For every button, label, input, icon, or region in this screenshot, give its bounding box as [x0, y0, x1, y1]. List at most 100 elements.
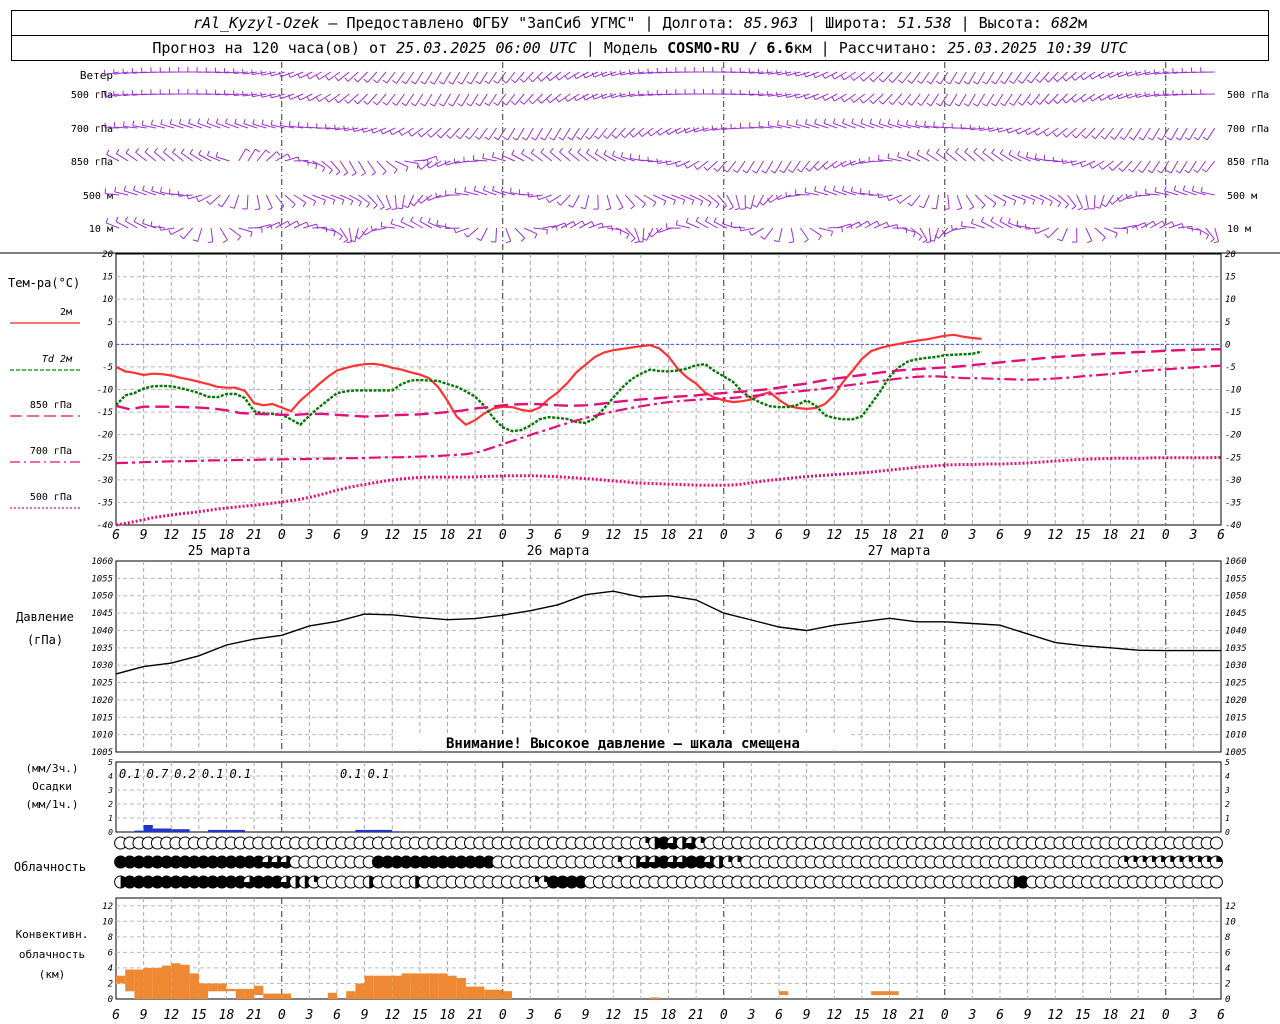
- wind-barb-feather-icon: [788, 169, 793, 173]
- wind-barb-feather-icon: [519, 100, 525, 105]
- wind-barb-icon: [505, 227, 512, 242]
- hour-tick-label: 9: [1024, 1008, 1032, 1023]
- pressure-y-tick: 1025: [91, 679, 113, 689]
- wind-barb-feather-icon: [559, 147, 564, 153]
- wind-barb-feather-icon: [252, 119, 255, 125]
- legend-label: 2м: [60, 307, 72, 318]
- wind-barb-feather-icon: [393, 169, 398, 174]
- wind-barb-icon: [1036, 127, 1050, 136]
- wind-barb-feather-icon: [888, 100, 893, 105]
- conv-bar: [235, 988, 245, 999]
- hour-tick-label: 12: [163, 528, 179, 543]
- wind-barb-feather-icon: [1166, 137, 1172, 141]
- wind-barb-feather-icon: [1129, 136, 1134, 141]
- wind-barb-feather-icon: [296, 220, 300, 226]
- wind-barb-feather-icon: [876, 220, 880, 226]
- wind-barb-feather-icon: [392, 80, 397, 84]
- conv-bar: [327, 992, 337, 999]
- temp-y-tick: -35: [97, 498, 113, 508]
- wind-barb-feather-icon: [343, 125, 346, 131]
- wind-barb-feather-icon: [869, 99, 874, 104]
- temp-y-tick: 10: [102, 295, 113, 305]
- wind-barb-feather-icon: [814, 118, 817, 124]
- wind-barb-feather-icon: [964, 147, 969, 153]
- wind-barb-icon: [144, 151, 157, 162]
- wind-barb-feather-icon: [335, 171, 341, 176]
- wind-barb-feather-icon: [555, 97, 560, 103]
- conv-title-1: Конвективн.: [16, 928, 89, 941]
- wind-barb-feather-icon: [656, 130, 660, 136]
- wind-barb-feather-icon: [917, 80, 922, 84]
- wind-barb-feather-icon: [537, 99, 542, 104]
- wind-barb-feather-icon: [1173, 185, 1177, 191]
- wind-barb-feather-icon: [1182, 185, 1186, 191]
- hour-tick-label: 6: [775, 1008, 783, 1023]
- wind-barb-feather-icon: [250, 231, 253, 237]
- wind-barb-feather-icon: [135, 148, 140, 153]
- conv-bar: [650, 997, 660, 999]
- wind-barb-icon: [1102, 160, 1114, 170]
- wind-barb-feather-icon: [493, 102, 498, 106]
- cloudiness-panel: Облачность: [14, 836, 1223, 889]
- wind-barb-feather-icon: [1193, 169, 1198, 173]
- precip-bar: [364, 829, 374, 832]
- wind-barb-feather-icon: [1070, 160, 1073, 166]
- conv-bar: [401, 973, 411, 999]
- wind-barb-feather-icon: [878, 118, 882, 124]
- wind-barb-feather-icon: [591, 221, 595, 227]
- wind-barb-feather-icon: [1044, 233, 1049, 239]
- wind-barb-feather-icon: [638, 90, 640, 96]
- wind-barb-feather-icon: [389, 130, 393, 135]
- wind-barb-feather-icon: [822, 165, 827, 170]
- wind-barb-feather-icon: [457, 103, 463, 107]
- temp-y-tick: -5: [102, 363, 113, 373]
- wind-barb-feather-icon: [446, 134, 451, 139]
- wind-barb-feather-icon: [1210, 238, 1215, 243]
- wind-barb-feather-icon: [122, 68, 124, 74]
- wind-barb-feather-icon: [1035, 78, 1041, 83]
- hour-tick-label: 0: [499, 1008, 507, 1023]
- pressure-y-tick-right: 1030: [1225, 661, 1247, 671]
- wind-barb-feather-icon: [728, 206, 734, 211]
- wind-barb-feather-icon: [106, 149, 110, 155]
- wind-barb-icon: [634, 227, 640, 242]
- conv-y-tick-right: 4: [1225, 964, 1230, 974]
- hour-tick-label: 15: [854, 528, 870, 543]
- wind-barb-feather-icon: [822, 95, 826, 101]
- wind-barb-icon: [642, 227, 645, 243]
- wind-barb-icon: [584, 194, 590, 209]
- wind-barb-feather-icon: [896, 224, 899, 230]
- wind-barb-feather-icon: [392, 102, 397, 106]
- hour-tick-label: 15: [191, 1008, 207, 1023]
- hour-tick-label: 6: [333, 1008, 341, 1023]
- wind-barb-feather-icon: [454, 188, 457, 194]
- wind-barb-feather-icon: [493, 80, 498, 84]
- wind-barb-feather-icon: [1008, 149, 1012, 155]
- hour-tick-label: 21: [1130, 1008, 1146, 1023]
- pressure-y-tick: 1020: [91, 696, 113, 706]
- conv-bar: [171, 963, 181, 999]
- hour-tick-label: 0: [720, 528, 728, 543]
- wind-barb-icon: [1214, 227, 1220, 242]
- hour-tick-label: 15: [633, 1008, 649, 1023]
- wind-barb-feather-icon: [142, 218, 145, 224]
- wind-barb-feather-icon: [603, 149, 607, 155]
- temp-y-tick: -40: [97, 521, 113, 531]
- conv-bar: [281, 993, 291, 999]
- hour-tick-label: 9: [361, 1008, 369, 1023]
- wind-barb-feather-icon: [638, 68, 640, 74]
- conv-bar: [484, 989, 494, 999]
- wind-barb-feather-icon: [195, 197, 200, 203]
- wind-barb-feather-icon: [352, 126, 355, 132]
- precip-y-tick-right: 3: [1224, 786, 1230, 795]
- hour-tick-label: 6: [996, 528, 1004, 543]
- wind-barb-icon: [519, 194, 534, 196]
- precip-y-tick: 1: [108, 814, 113, 823]
- wind-barb-feather-icon: [1062, 133, 1067, 138]
- precip-y-tick-right: 2: [1225, 800, 1230, 809]
- wind-level-label-right: 700 гПа: [1227, 124, 1269, 135]
- wind-barb-feather-icon: [519, 78, 525, 83]
- pressure-y-tick-right: 1050: [1225, 592, 1247, 602]
- wind-barb-feather-icon: [907, 202, 912, 207]
- wind-barb-feather-icon: [334, 98, 339, 104]
